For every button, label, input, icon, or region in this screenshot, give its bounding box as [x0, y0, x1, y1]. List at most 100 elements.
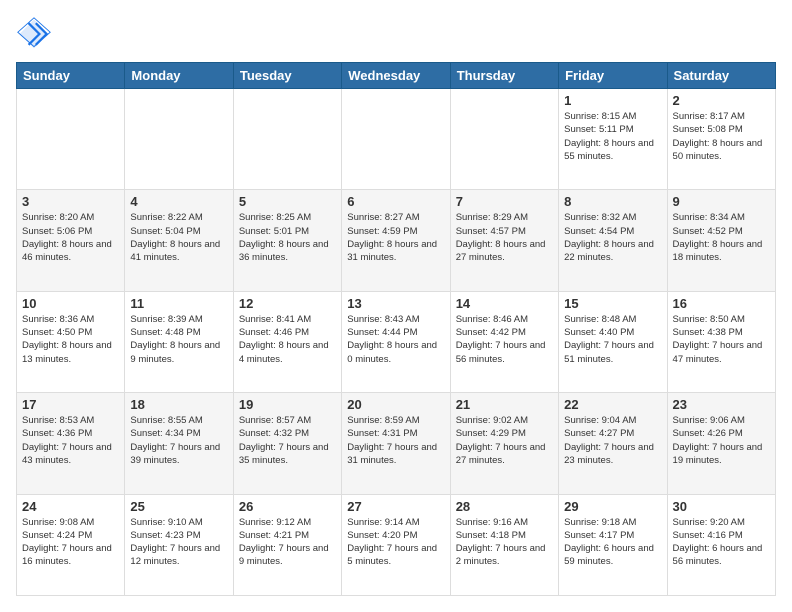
calendar-cell: 23 Sunrise: 9:06 AM Sunset: 4:26 PM Dayli… — [667, 393, 775, 494]
day-info: Sunrise: 8:15 AM Sunset: 5:11 PM Dayligh… — [564, 110, 661, 163]
day-number: 16 — [673, 296, 770, 311]
calendar-cell: 22 Sunrise: 9:04 AM Sunset: 4:27 PM Dayli… — [559, 393, 667, 494]
day-info: Sunrise: 8:36 AM Sunset: 4:50 PM Dayligh… — [22, 313, 119, 366]
calendar-cell: 11Sunrise: 8:39 AM Sunset: 4:48 PM Dayli… — [125, 291, 233, 392]
day-number: 13 — [347, 296, 444, 311]
weekday-header: Saturday — [667, 63, 775, 89]
day-info: Sunrise: 9:12 AM Sunset: 4:21 PM Dayligh… — [239, 516, 336, 569]
day-number: 7 — [456, 194, 553, 209]
calendar-week-row: 17 Sunrise: 8:53 AM Sunset: 4:36 PM Dayli… — [17, 393, 776, 494]
calendar-cell — [233, 89, 341, 190]
calendar-cell: 30 Sunrise: 9:20 AM Sunset: 4:16 PM Dayli… — [667, 494, 775, 595]
day-number: 26 — [239, 499, 336, 514]
day-info: Sunrise: 9:04 AM Sunset: 4:27 PM Dayligh… — [564, 414, 661, 467]
day-number: 8 — [564, 194, 661, 209]
day-number: 1 — [564, 93, 661, 108]
calendar-cell: 15 Sunrise: 8:48 AM Sunset: 4:40 PM Dayli… — [559, 291, 667, 392]
day-info: Sunrise: 9:18 AM Sunset: 4:17 PM Dayligh… — [564, 516, 661, 569]
calendar-header-row: SundayMondayTuesdayWednesdayThursdayFrid… — [17, 63, 776, 89]
day-info: Sunrise: 8:17 AM Sunset: 5:08 PM Dayligh… — [673, 110, 770, 163]
day-number: 3 — [22, 194, 119, 209]
calendar-cell: 24 Sunrise: 9:08 AM Sunset: 4:24 PM Dayli… — [17, 494, 125, 595]
day-number: 2 — [673, 93, 770, 108]
calendar-cell — [342, 89, 450, 190]
day-info: Sunrise: 8:41 AM Sunset: 4:46 PM Dayligh… — [239, 313, 336, 366]
day-info: Sunrise: 8:53 AM Sunset: 4:36 PM Dayligh… — [22, 414, 119, 467]
day-number: 23 — [673, 397, 770, 412]
day-info: Sunrise: 9:08 AM Sunset: 4:24 PM Dayligh… — [22, 516, 119, 569]
day-info: Sunrise: 8:55 AM Sunset: 4:34 PM Dayligh… — [130, 414, 227, 467]
weekday-header: Monday — [125, 63, 233, 89]
day-info: Sunrise: 8:46 AM Sunset: 4:42 PM Dayligh… — [456, 313, 553, 366]
day-number: 17 — [22, 397, 119, 412]
day-number: 22 — [564, 397, 661, 412]
header — [16, 16, 776, 52]
day-number: 9 — [673, 194, 770, 209]
day-info: Sunrise: 8:34 AM Sunset: 4:52 PM Dayligh… — [673, 211, 770, 264]
day-number: 5 — [239, 194, 336, 209]
calendar-cell: 25Sunrise: 9:10 AM Sunset: 4:23 PM Dayli… — [125, 494, 233, 595]
day-info: Sunrise: 8:32 AM Sunset: 4:54 PM Dayligh… — [564, 211, 661, 264]
day-number: 4 — [130, 194, 227, 209]
day-info: Sunrise: 9:20 AM Sunset: 4:16 PM Dayligh… — [673, 516, 770, 569]
day-number: 12 — [239, 296, 336, 311]
calendar-cell: 26 Sunrise: 9:12 AM Sunset: 4:21 PM Dayli… — [233, 494, 341, 595]
calendar-cell: 5Sunrise: 8:25 AM Sunset: 5:01 PM Daylig… — [233, 190, 341, 291]
calendar-week-row: 1 Sunrise: 8:15 AM Sunset: 5:11 PM Daylig… — [17, 89, 776, 190]
page: SundayMondayTuesdayWednesdayThursdayFrid… — [0, 0, 792, 612]
day-info: Sunrise: 8:29 AM Sunset: 4:57 PM Dayligh… — [456, 211, 553, 264]
logo-icon — [16, 16, 52, 52]
calendar-table: SundayMondayTuesdayWednesdayThursdayFrid… — [16, 62, 776, 596]
day-info: Sunrise: 9:14 AM Sunset: 4:20 PM Dayligh… — [347, 516, 444, 569]
calendar-cell: 7 Sunrise: 8:29 AM Sunset: 4:57 PM Daylig… — [450, 190, 558, 291]
calendar-cell: 6 Sunrise: 8:27 AM Sunset: 4:59 PM Daylig… — [342, 190, 450, 291]
calendar-week-row: 24 Sunrise: 9:08 AM Sunset: 4:24 PM Dayli… — [17, 494, 776, 595]
day-number: 15 — [564, 296, 661, 311]
calendar-cell: 13 Sunrise: 8:43 AM Sunset: 4:44 PM Dayli… — [342, 291, 450, 392]
calendar-cell: 3Sunrise: 8:20 AM Sunset: 5:06 PM Daylig… — [17, 190, 125, 291]
day-info: Sunrise: 8:27 AM Sunset: 4:59 PM Dayligh… — [347, 211, 444, 264]
day-number: 30 — [673, 499, 770, 514]
calendar-cell: 1 Sunrise: 8:15 AM Sunset: 5:11 PM Daylig… — [559, 89, 667, 190]
day-info: Sunrise: 9:02 AM Sunset: 4:29 PM Dayligh… — [456, 414, 553, 467]
day-info: Sunrise: 8:48 AM Sunset: 4:40 PM Dayligh… — [564, 313, 661, 366]
day-number: 20 — [347, 397, 444, 412]
calendar-cell: 14 Sunrise: 8:46 AM Sunset: 4:42 PM Dayli… — [450, 291, 558, 392]
day-number: 10 — [22, 296, 119, 311]
day-number: 21 — [456, 397, 553, 412]
calendar-cell: 16Sunrise: 8:50 AM Sunset: 4:38 PM Dayli… — [667, 291, 775, 392]
calendar-cell: 27Sunrise: 9:14 AM Sunset: 4:20 PM Dayli… — [342, 494, 450, 595]
calendar-week-row: 10 Sunrise: 8:36 AM Sunset: 4:50 PM Dayli… — [17, 291, 776, 392]
calendar-cell: 20 Sunrise: 8:59 AM Sunset: 4:31 PM Dayli… — [342, 393, 450, 494]
day-number: 29 — [564, 499, 661, 514]
calendar-cell: 21 Sunrise: 9:02 AM Sunset: 4:29 PM Dayli… — [450, 393, 558, 494]
calendar-cell: 28 Sunrise: 9:16 AM Sunset: 4:18 PM Dayli… — [450, 494, 558, 595]
day-number: 24 — [22, 499, 119, 514]
day-number: 25 — [130, 499, 227, 514]
day-number: 6 — [347, 194, 444, 209]
calendar-cell: 19 Sunrise: 8:57 AM Sunset: 4:32 PM Dayli… — [233, 393, 341, 494]
day-info: Sunrise: 8:59 AM Sunset: 4:31 PM Dayligh… — [347, 414, 444, 467]
day-info: Sunrise: 9:16 AM Sunset: 4:18 PM Dayligh… — [456, 516, 553, 569]
weekday-header: Friday — [559, 63, 667, 89]
day-number: 14 — [456, 296, 553, 311]
weekday-header: Tuesday — [233, 63, 341, 89]
day-info: Sunrise: 8:57 AM Sunset: 4:32 PM Dayligh… — [239, 414, 336, 467]
day-number: 28 — [456, 499, 553, 514]
calendar-week-row: 3Sunrise: 8:20 AM Sunset: 5:06 PM Daylig… — [17, 190, 776, 291]
calendar-cell — [17, 89, 125, 190]
weekday-header: Wednesday — [342, 63, 450, 89]
day-info: Sunrise: 8:22 AM Sunset: 5:04 PM Dayligh… — [130, 211, 227, 264]
calendar-cell: 10 Sunrise: 8:36 AM Sunset: 4:50 PM Dayli… — [17, 291, 125, 392]
day-number: 19 — [239, 397, 336, 412]
calendar-cell: 12 Sunrise: 8:41 AM Sunset: 4:46 PM Dayli… — [233, 291, 341, 392]
calendar-cell: 29 Sunrise: 9:18 AM Sunset: 4:17 PM Dayli… — [559, 494, 667, 595]
calendar-cell: 9 Sunrise: 8:34 AM Sunset: 4:52 PM Daylig… — [667, 190, 775, 291]
calendar-cell — [450, 89, 558, 190]
day-info: Sunrise: 8:39 AM Sunset: 4:48 PM Dayligh… — [130, 313, 227, 366]
day-info: Sunrise: 9:06 AM Sunset: 4:26 PM Dayligh… — [673, 414, 770, 467]
calendar-cell: 2 Sunrise: 8:17 AM Sunset: 5:08 PM Daylig… — [667, 89, 775, 190]
day-info: Sunrise: 8:43 AM Sunset: 4:44 PM Dayligh… — [347, 313, 444, 366]
calendar-cell: 4 Sunrise: 8:22 AM Sunset: 5:04 PM Daylig… — [125, 190, 233, 291]
calendar-cell: 17 Sunrise: 8:53 AM Sunset: 4:36 PM Dayli… — [17, 393, 125, 494]
